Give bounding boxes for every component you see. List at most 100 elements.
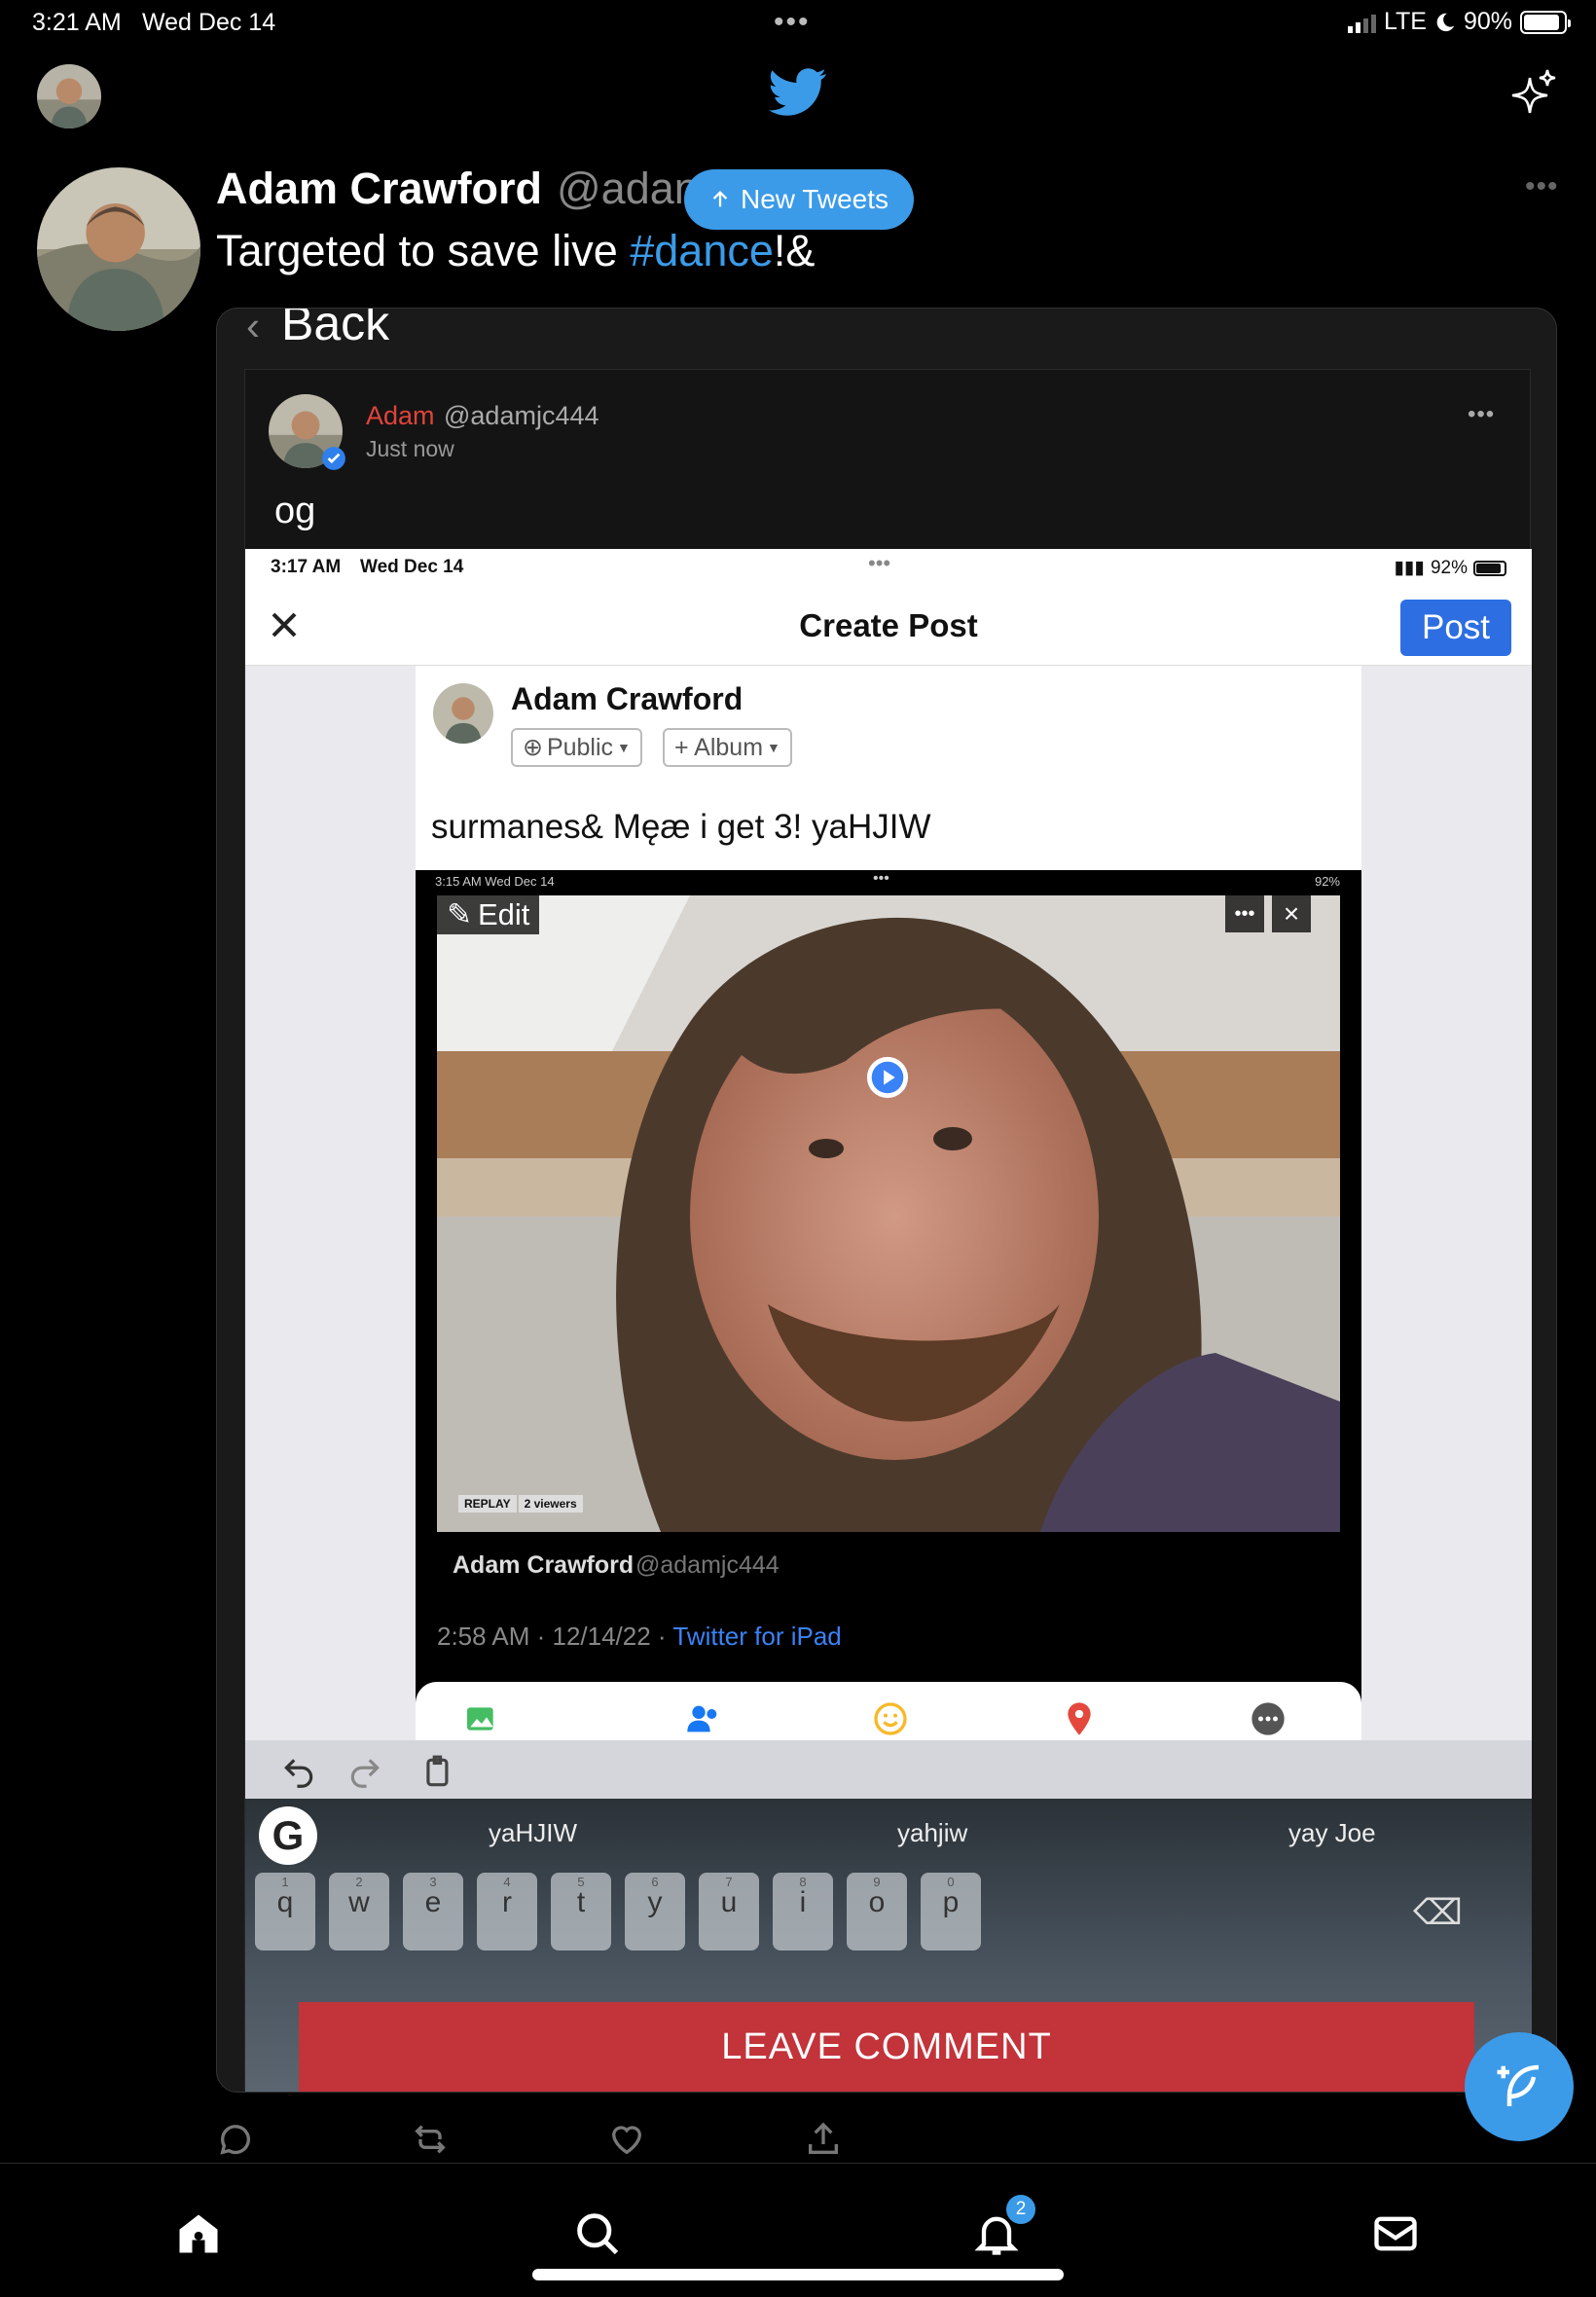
video-frame[interactable] xyxy=(437,895,1340,1532)
search-icon[interactable] xyxy=(572,2208,623,2259)
location-pin-icon[interactable] xyxy=(1060,1699,1099,1738)
signal-icon: ▮▮▮ xyxy=(1394,558,1425,578)
embedded-screenshot: 3:17 AM Wed Dec 14 ••• ▮▮▮ 92% Create Po… xyxy=(245,549,1532,2092)
privacy-label: Public xyxy=(546,733,614,761)
tweet-author-handle[interactable]: @adan xyxy=(557,164,699,214)
post-author-handle[interactable]: @adamjc444 xyxy=(444,401,599,431)
battery-icon xyxy=(1473,560,1506,576)
post-text: og xyxy=(274,491,316,531)
battery-label: 90% xyxy=(1463,8,1512,35)
compose-tweet-button[interactable] xyxy=(1465,2032,1574,2141)
tweet-more-icon[interactable]: ••• xyxy=(1525,170,1559,203)
google-g-icon[interactable]: G xyxy=(259,1806,317,1865)
reply-icon[interactable] xyxy=(216,2120,255,2159)
privacy-dropdown[interactable]: ⊕ Public ▼ xyxy=(511,728,642,767)
backspace-icon[interactable]: ⌫ xyxy=(1413,1892,1463,1933)
mini-status: 3:15 AM Wed Dec 14 xyxy=(435,874,555,889)
messages-icon[interactable] xyxy=(1370,2208,1421,2259)
status-bar: 3:21 AM Wed Dec 14 ••• LTE 90% xyxy=(0,0,1596,47)
composer-author-name: Adam Crawford xyxy=(511,681,744,716)
screenshot-time: 3:17 AM xyxy=(271,557,342,577)
keyboard-key[interactable]: 0p xyxy=(921,1873,981,1951)
home-icon[interactable] xyxy=(173,2208,224,2259)
suggestion-2[interactable]: yahjiw xyxy=(897,1818,967,1848)
tag-people-icon[interactable] xyxy=(684,1699,723,1738)
sparkle-icon[interactable] xyxy=(1508,68,1557,117)
undo-icon[interactable] xyxy=(280,1754,317,1791)
moon-icon xyxy=(1436,13,1455,31)
album-label: + Album xyxy=(674,733,764,761)
more-options-icon[interactable] xyxy=(1249,1699,1288,1738)
signal-icon xyxy=(1347,12,1376,33)
composer-text: surmanes& Męæ i get 3! yaHJIW xyxy=(431,808,931,846)
suggestion-1[interactable]: yaHJIW xyxy=(489,1818,577,1848)
status-date: Wed Dec 14 xyxy=(142,9,276,36)
key-number: 8 xyxy=(799,1875,807,1889)
create-post-title: Create Post xyxy=(799,607,978,643)
video-source: Twitter for iPad xyxy=(672,1622,842,1651)
suggestion-3[interactable]: yay Joe xyxy=(1288,1818,1376,1848)
key-number: 0 xyxy=(947,1875,955,1889)
keyboard-key[interactable]: 7u xyxy=(699,1873,759,1951)
video-timestamp: 2:58 AM · 12/14/22 · xyxy=(437,1622,673,1651)
new-tweets-button[interactable]: New Tweets xyxy=(684,169,914,230)
twitter-bird-icon[interactable] xyxy=(769,68,827,117)
hashtag-link[interactable]: #dance xyxy=(630,226,774,275)
video-close-icon[interactable]: × xyxy=(1272,895,1311,932)
emoji-icon[interactable] xyxy=(871,1699,910,1738)
profile-avatar[interactable] xyxy=(37,64,101,128)
keyboard-key[interactable]: 1q xyxy=(255,1873,315,1951)
tweet-author-avatar[interactable] xyxy=(37,167,200,331)
globe-icon: ⊕ xyxy=(523,734,543,761)
keyboard-key[interactable]: 8i xyxy=(773,1873,833,1951)
replay-label: REPLAY xyxy=(458,1495,517,1513)
replay-badge: REPLAY 2 viewers xyxy=(458,1495,583,1513)
tweet-text-part: Targeted to save live xyxy=(216,226,631,275)
tweet-text-part: !& xyxy=(773,226,816,275)
tweet-media-card[interactable]: ‹ Back Adam @adamjc444 Just now ••• og 3:… xyxy=(216,308,1557,2093)
mini-dots: ••• xyxy=(873,870,889,887)
key-letter: q xyxy=(276,1886,294,1918)
compose-feather-icon xyxy=(1497,2064,1540,2106)
keyboard-key[interactable]: 3e xyxy=(403,1873,463,1951)
photo-icon[interactable] xyxy=(462,1699,501,1738)
back-label: Back xyxy=(281,308,390,350)
key-letter: u xyxy=(720,1886,738,1918)
play-icon[interactable] xyxy=(865,1055,910,1100)
keyboard-key[interactable]: 6y xyxy=(625,1873,685,1951)
post-more-icon[interactable]: ••• xyxy=(1468,401,1495,428)
screenshot-date: Wed Dec 14 xyxy=(360,557,464,577)
post-button[interactable]: Post xyxy=(1400,600,1511,656)
keyboard-key[interactable]: 4r xyxy=(477,1873,537,1951)
viewers-label: 2 viewers xyxy=(518,1495,583,1513)
screenshot-status-right: ▮▮▮ 92% xyxy=(1395,557,1506,579)
new-tweets-label: New Tweets xyxy=(741,184,889,214)
composer-toolbar xyxy=(416,1682,1361,1740)
keyboard-key[interactable]: 2w xyxy=(329,1873,389,1951)
keyboard-key[interactable]: 5t xyxy=(551,1873,611,1951)
retweet-icon[interactable] xyxy=(411,2120,450,2159)
facebook-composer: Adam Crawford ⊕ Public ▼ + Album ▼ surma… xyxy=(416,666,1361,1702)
share-icon[interactable] xyxy=(804,2120,843,2159)
video-author-name: Adam Crawford xyxy=(453,1551,635,1579)
home-indicator[interactable] xyxy=(532,2269,1064,2280)
album-dropdown[interactable]: + Album ▼ xyxy=(663,728,792,767)
key-number: 1 xyxy=(281,1875,289,1889)
edit-button[interactable]: ✎ Edit xyxy=(437,895,540,934)
tweet-author-name[interactable]: Adam Crawford xyxy=(216,164,542,214)
key-letter: e xyxy=(424,1886,442,1918)
post-time: Just now xyxy=(366,436,454,461)
paste-icon[interactable] xyxy=(420,1754,457,1791)
post-author-name[interactable]: Adam xyxy=(366,401,435,431)
leave-comment-button[interactable]: LEAVE COMMENT xyxy=(299,2002,1474,2092)
chevron-down-icon: ▼ xyxy=(767,740,780,755)
key-letter: r xyxy=(502,1886,512,1918)
mini-battery: 92% xyxy=(1314,874,1340,889)
video-more-icon[interactable]: ••• xyxy=(1225,895,1264,932)
keyboard-key[interactable]: 9o xyxy=(847,1873,907,1951)
multitasking-dots[interactable]: ••• xyxy=(774,6,811,39)
like-icon[interactable] xyxy=(607,2120,646,2159)
chevron-left-icon: ‹ xyxy=(246,308,260,348)
redo-icon[interactable] xyxy=(346,1754,383,1791)
back-button[interactable]: ‹ Back xyxy=(246,308,390,351)
